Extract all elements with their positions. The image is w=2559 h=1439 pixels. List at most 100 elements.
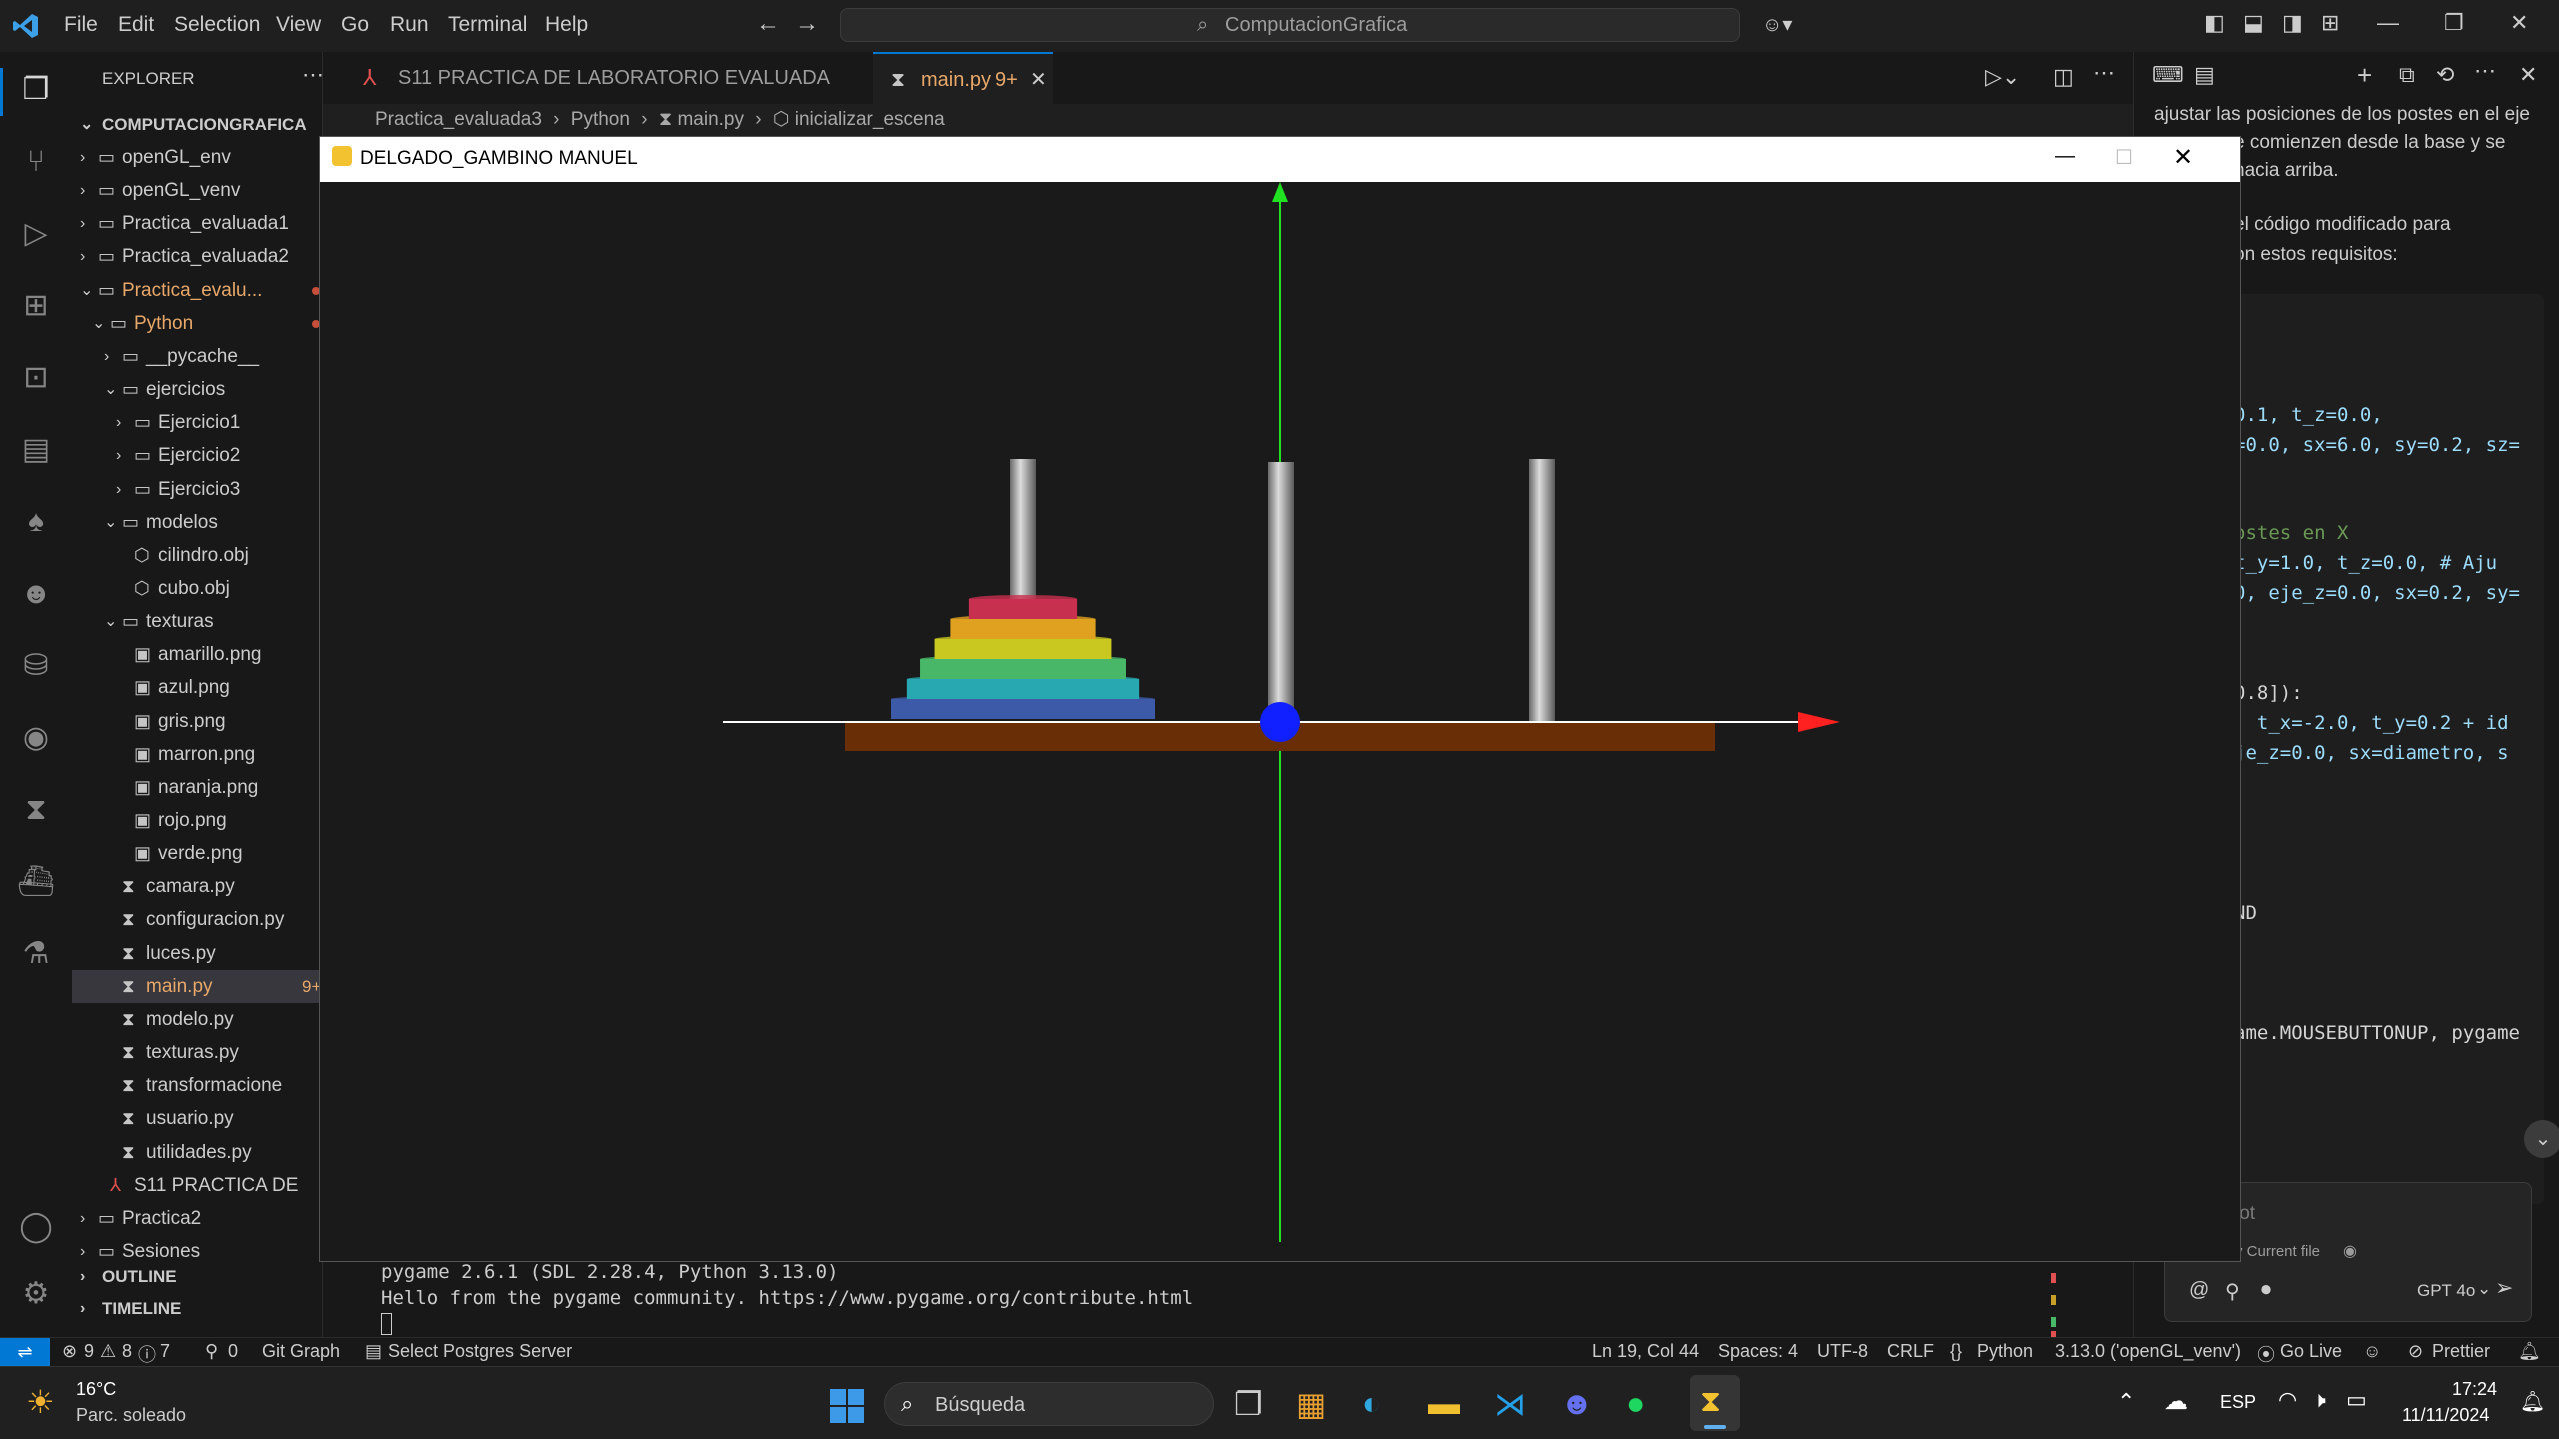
attach-icon[interactable]: ⚲ [2225, 1279, 2240, 1304]
notification-bell-icon[interactable]: 🔔︎ [2520, 1389, 2545, 1414]
microsoft-store-icon[interactable]: ▦ [1296, 1385, 1326, 1423]
clock-time[interactable]: 17:24 [2452, 1379, 2497, 1400]
opengl-scene-canvas[interactable] [320, 182, 2240, 1261]
menu-view[interactable]: View [276, 13, 321, 37]
toggle-panel-icon[interactable]: ⬓ [2243, 10, 2264, 36]
errors-count[interactable]: 9 [84, 1341, 94, 1362]
database-icon[interactable]: ▤ [365, 1341, 382, 1362]
tab-pdf[interactable]: ⅄ S11 PRACTICA DE LABORATORIO EVALUADA 3… [323, 52, 874, 141]
testing-icon[interactable]: ⚗ [16, 934, 56, 974]
git-graph[interactable]: Git Graph [262, 1341, 340, 1362]
tree-folder[interactable]: › ▭ Practica_evaluada2 [72, 240, 322, 273]
vscode-taskbar-icon[interactable]: ⋊ [1494, 1385, 1526, 1423]
tree-file[interactable]: ⧗ luces.py [72, 937, 322, 970]
windows-start-icon[interactable] [830, 1389, 864, 1423]
model-selector[interactable]: GPT 4o [2417, 1281, 2475, 1301]
info-icon[interactable]: ⓘ [138, 1341, 156, 1367]
toggle-sidebar-icon[interactable]: ◧ [2204, 10, 2225, 36]
chevron-down-icon[interactable]: ⌄ [104, 373, 117, 406]
clock-date[interactable]: 11/11/2024 [2402, 1405, 2489, 1426]
chevron-right-icon[interactable]: › [80, 240, 85, 273]
extensions-icon[interactable]: ⊞ [16, 286, 56, 326]
chevron-down-icon[interactable]: ⌄ [80, 274, 93, 307]
mention-icon[interactable]: @ [2189, 1279, 2209, 1302]
alien-icon[interactable]: ☻ [16, 574, 56, 614]
tree-file[interactable]: ⧗ transformacione [72, 1069, 322, 1102]
menu-terminal[interactable]: Terminal [448, 13, 527, 37]
restore-icon[interactable]: ❐ [2444, 10, 2464, 36]
workspace-root[interactable]: ⌄ COMPUTACIONGRAFICA [72, 108, 322, 141]
timeline-section[interactable]: › TIMELINE [72, 1292, 322, 1325]
tree-folder[interactable]: ⌄ ▭ Practica_evalu... [72, 274, 322, 307]
chevron-down-icon[interactable]: ⌄ [104, 506, 117, 539]
tree-folder[interactable]: ⌄ ▭ modelos [72, 506, 322, 539]
tree-file[interactable]: ⧗ camara.py [72, 870, 322, 903]
menu-selection[interactable]: Selection [174, 13, 260, 37]
customize-layout-icon[interactable]: ⊞ [2321, 10, 2339, 36]
close-window-icon[interactable]: ✕ [2173, 143, 2193, 172]
weather-temp[interactable]: 16°C [76, 1379, 116, 1400]
tab-main-py[interactable]: ⧗ main.py 9+ ✕ [873, 52, 1053, 104]
notebook-icon[interactable]: ▤ [16, 430, 56, 470]
tree-folder[interactable]: ⌄ ▭ texturas [72, 605, 322, 638]
menu-file[interactable]: File [64, 13, 98, 37]
tree-folder[interactable]: › ▭ Ejercicio1 [72, 406, 322, 439]
github-icon[interactable]: ◉ [16, 718, 56, 758]
menu-help[interactable]: Help [545, 13, 588, 37]
indentation[interactable]: Spaces: 4 [1718, 1341, 1798, 1362]
terminal-panel[interactable]: pygame 2.6.1 (SDL 2.28.4, Python 3.13.0)… [323, 1255, 2133, 1350]
tree-folder[interactable]: ⌄ ▭ ejercicios [72, 373, 322, 406]
tree-file[interactable]: ▣ verde.png [72, 837, 322, 870]
go-live[interactable]: Go Live [2280, 1341, 2342, 1362]
chevron-down-icon[interactable]: ⌄ [104, 605, 117, 638]
minimize-icon[interactable]: — [2055, 145, 2075, 168]
tree-folder[interactable]: › ▭ Ejercicio2 [72, 439, 322, 472]
new-window-chat-icon[interactable]: ⧉ [2399, 62, 2415, 88]
tree-file[interactable]: ▣ naranja.png [72, 771, 322, 804]
tree-folder[interactable]: ⌄ ▭ Python [72, 307, 322, 340]
breadcrumb-symbol[interactable]: inicializar_escena [795, 109, 945, 130]
close-panel-icon[interactable]: ✕ [2519, 62, 2537, 88]
split-editor-icon[interactable]: ◫ [2053, 64, 2074, 90]
history-icon[interactable]: ⟲ [2436, 62, 2454, 88]
file-explorer-icon[interactable]: ▬ [1428, 1385, 1460, 1422]
tree-file[interactable]: ⬡ cilindro.obj [72, 539, 322, 572]
microphone-icon[interactable]: ⏺ [2261, 1279, 2271, 1302]
new-chat-icon[interactable]: + [2357, 60, 2372, 91]
chevron-right-icon[interactable]: › [104, 340, 109, 373]
tree-folder[interactable]: › ▭ Practica_evaluada1 [72, 207, 322, 240]
warnings-icon[interactable]: ⚠ [100, 1341, 116, 1362]
settings-gear-icon[interactable]: ⚙ [16, 1274, 56, 1314]
chevron-right-icon[interactable]: › [80, 207, 85, 240]
source-control-icon[interactable]: ⑂ [16, 142, 56, 182]
ports-count[interactable]: 0 [228, 1341, 238, 1362]
taskbar-search[interactable]: ⌕ Búsqueda [884, 1382, 1214, 1426]
editor-more-icon[interactable]: ⋯ [2093, 60, 2115, 86]
python-interpreter[interactable]: 3.13.0 ('openGL_venv') [2055, 1341, 2241, 1362]
explorer-icon[interactable]: ❐ [16, 70, 56, 110]
battery-icon[interactable]: ▭ [2346, 1387, 2367, 1413]
chevron-right-icon[interactable]: › [80, 1202, 85, 1235]
remote-explorer-icon[interactable]: ⊡ [16, 358, 56, 398]
database-icon[interactable]: ⛁ [16, 646, 56, 686]
eye-icon[interactable]: ◉ [2343, 1241, 2357, 1261]
chevron-right-icon[interactable]: › [80, 174, 85, 207]
copilot-icon[interactable]: ☺▾ [1762, 12, 1792, 37]
tree-folder[interactable]: › ▭ __pycache__ [72, 340, 322, 373]
scroll-down-icon[interactable]: ⌄ [2524, 1120, 2559, 1158]
tree-file[interactable]: ⧗ utilidades.py [72, 1136, 322, 1169]
task-view-icon[interactable]: ❐ [1234, 1385, 1263, 1423]
chat-more-icon[interactable]: ⋯ [2474, 58, 2496, 84]
tree-file[interactable]: ▣ amarillo.png [72, 638, 322, 671]
tree-file[interactable]: ⧗ configuracion.py [72, 903, 322, 936]
cursor-position[interactable]: Ln 19, Col 44 [1592, 1341, 1699, 1362]
mongodb-leaf-icon[interactable]: ♠ [16, 502, 56, 542]
tree-file[interactable]: ⬡ cubo.obj [72, 572, 322, 605]
remote-indicator-icon[interactable]: ⇌ [0, 1338, 50, 1366]
weather-sun-icon[interactable]: ☀ [26, 1383, 55, 1421]
breadcrumb-subfolder[interactable]: Python [571, 109, 630, 130]
menu-run[interactable]: Run [390, 13, 429, 37]
tree-file[interactable]: ▣ rojo.png [72, 804, 322, 837]
copilot-icon[interactable]: ☺ [2363, 1341, 2381, 1362]
tray-chevron-up-icon[interactable]: ⌃ [2117, 1389, 2135, 1415]
